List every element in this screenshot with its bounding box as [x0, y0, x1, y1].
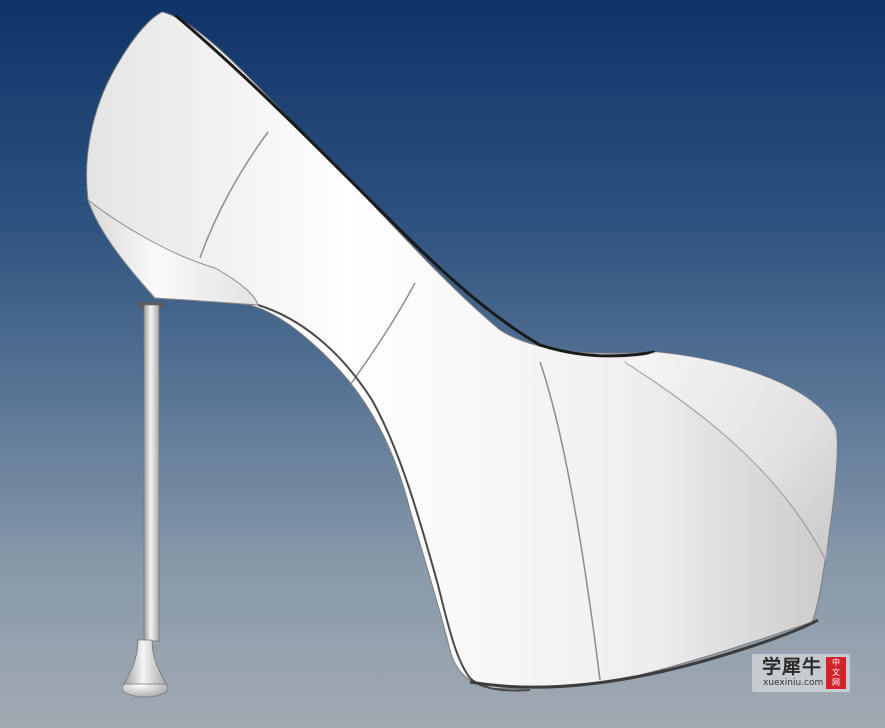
watermark-logo: 学犀牛 xuexiniu.com 中 文 网: [752, 654, 850, 692]
watermark-url: xuexiniu.com: [763, 678, 824, 688]
seal-char: 文: [832, 668, 840, 677]
watermark-title: 学犀牛: [762, 656, 823, 678]
seal-char: 网: [832, 678, 840, 687]
watermark-seal: 中 文 网: [826, 657, 846, 689]
shoe-upper: [86, 11, 838, 689]
shoe-model: [86, 11, 838, 698]
render-viewport[interactable]: 学犀牛 xuexiniu.com 中 文 网: [0, 0, 885, 728]
seal-char: 中: [832, 658, 840, 667]
